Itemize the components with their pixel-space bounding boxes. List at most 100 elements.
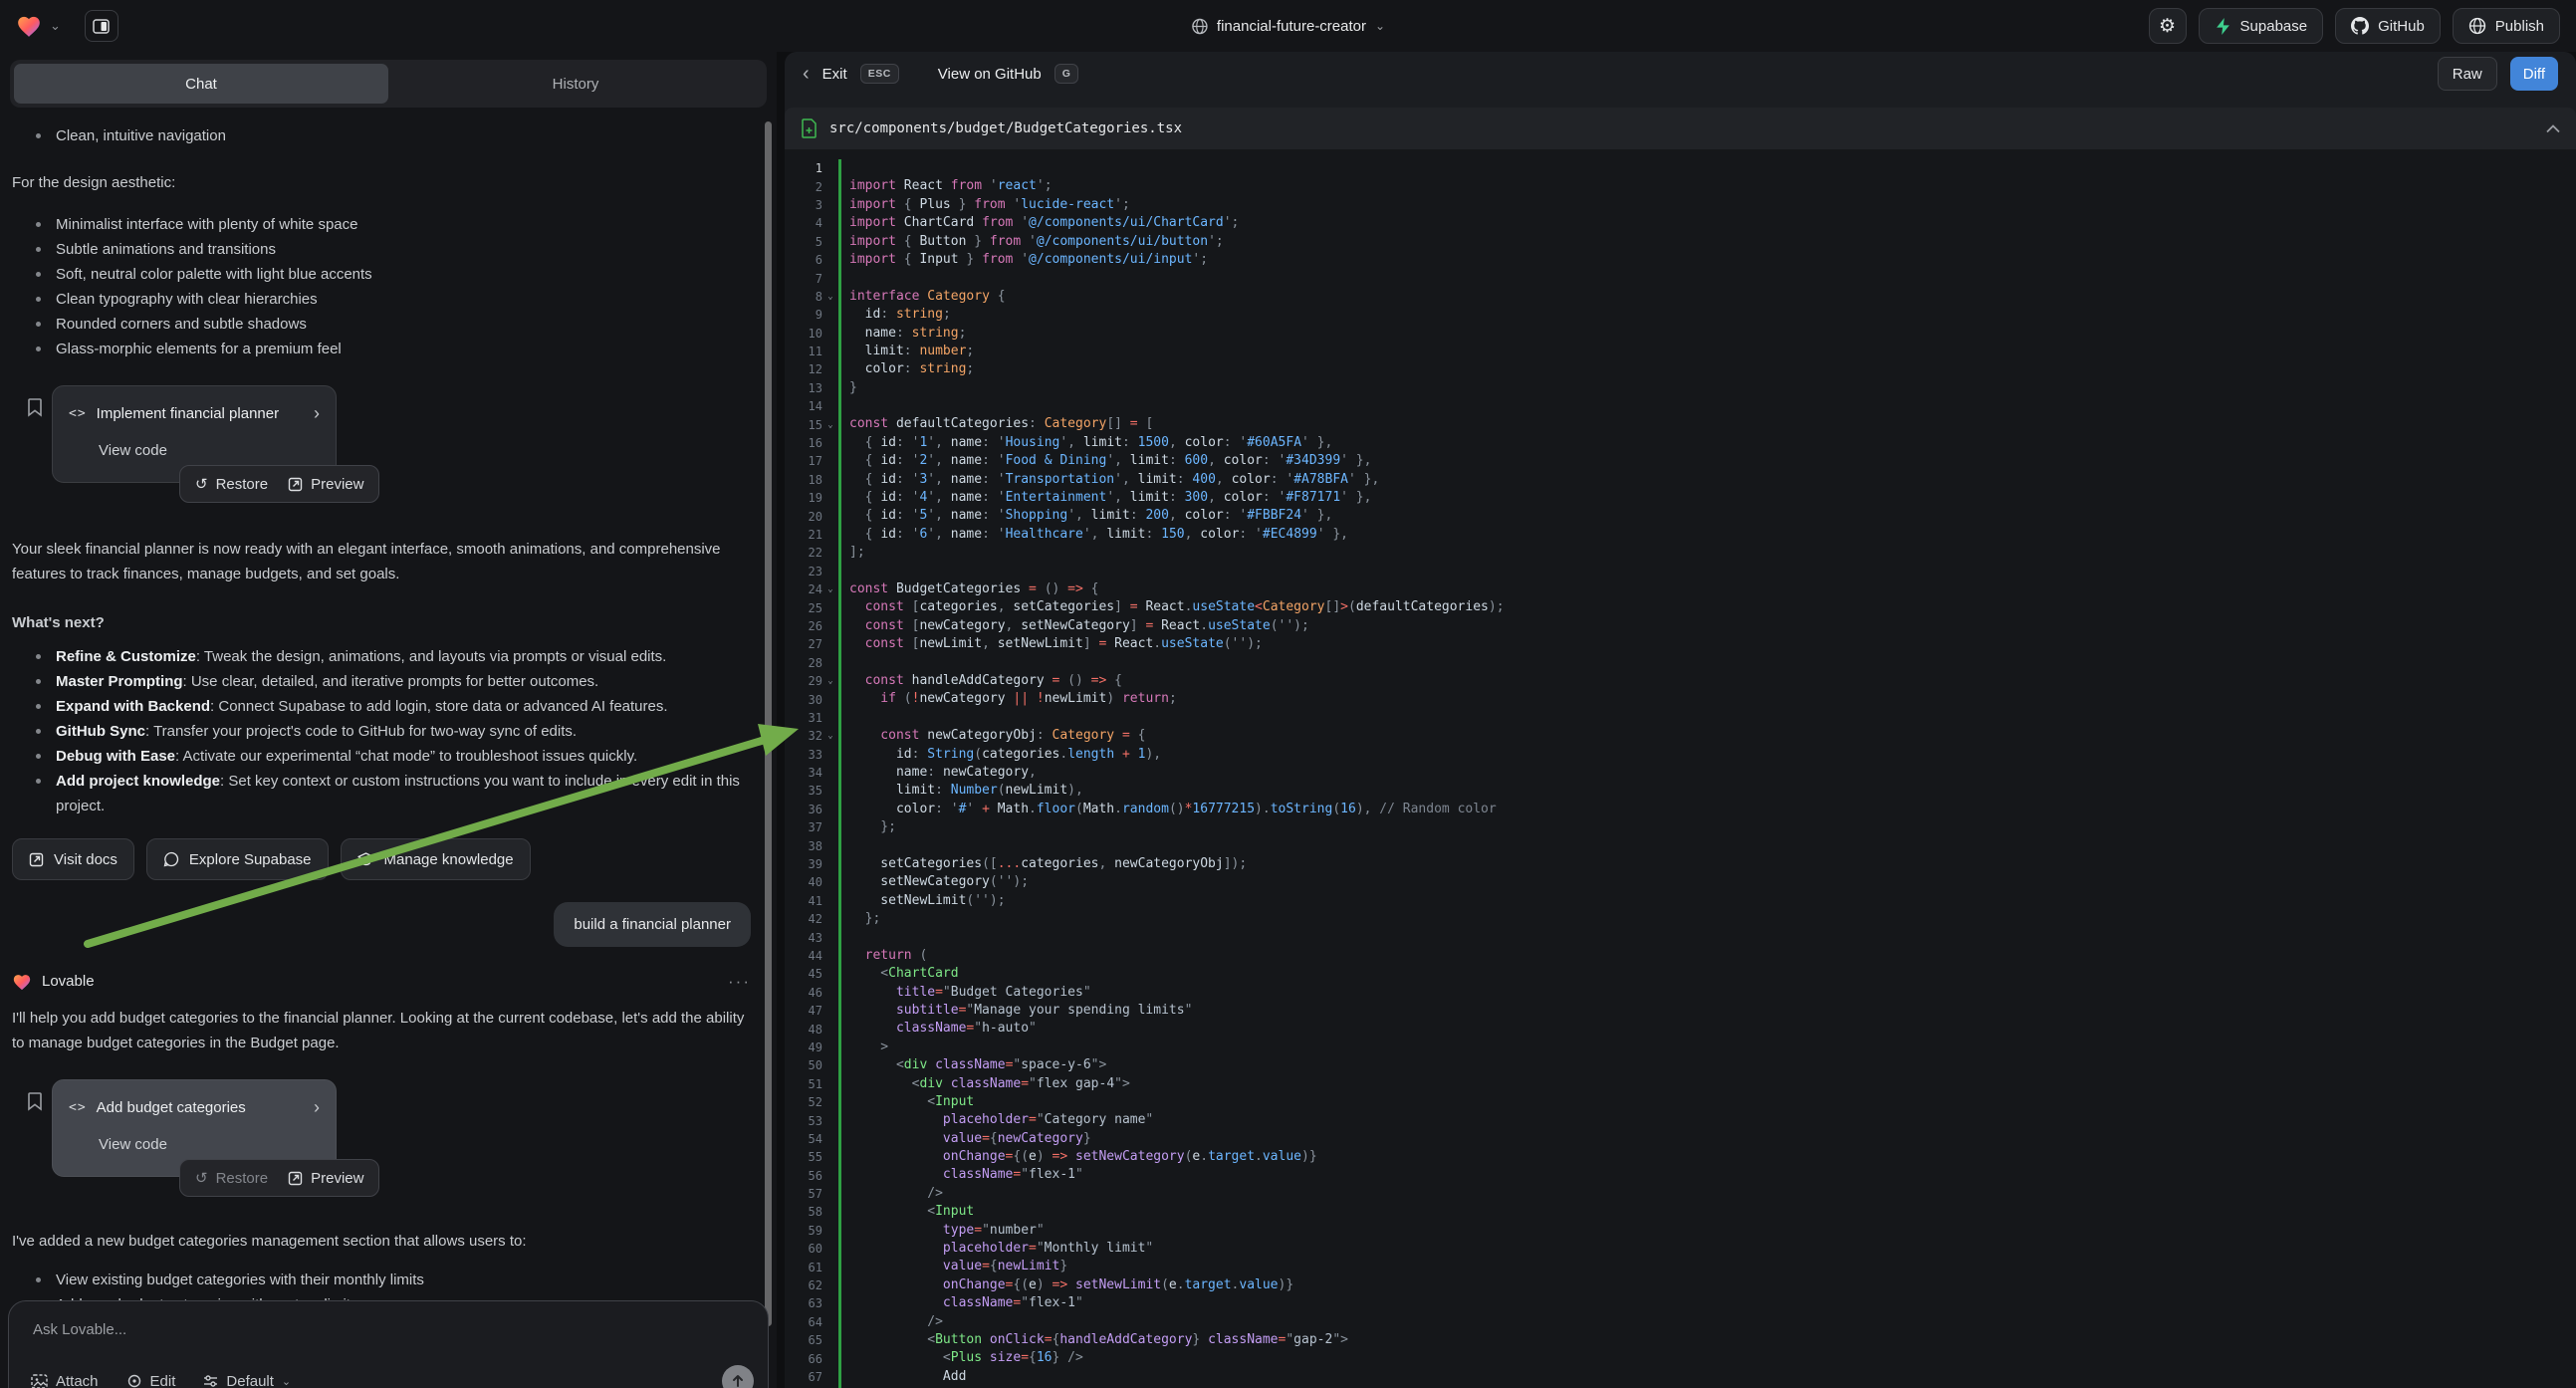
chat-scrollbar[interactable] — [765, 121, 772, 1326]
code-line: 61 value={newLimit} — [785, 1258, 2576, 1275]
tab-chat[interactable]: Chat — [14, 64, 388, 104]
code-line: 51 <div className="flex gap-4"> — [785, 1075, 2576, 1093]
fold-chevron-icon[interactable]: ⌄ — [822, 676, 838, 686]
code-line: 43 — [785, 928, 2576, 946]
bookmark-icon[interactable] — [26, 1091, 44, 1111]
code-line: 2import React from 'react'; — [785, 177, 2576, 195]
attach-image-icon — [31, 1374, 48, 1388]
restore-button[interactable]: ↺ Restore — [195, 1166, 268, 1191]
list-item: View existing budget categories with the… — [12, 1268, 751, 1292]
settings-button[interactable]: ⚙ — [2149, 8, 2187, 44]
project-switcher[interactable]: financial-future-creator ⌄ — [1191, 18, 1385, 35]
code-line: 8⌄interface Category { — [785, 288, 2576, 306]
list-item: Subtle animations and transitions — [12, 237, 751, 262]
preview-button[interactable]: Preview — [288, 1166, 363, 1191]
code-line: 10 name: string; — [785, 325, 2576, 343]
assistant-message-text: I'll help you add budget categories to t… — [12, 1006, 751, 1055]
code-line: 22]; — [785, 544, 2576, 562]
code-line: 24⌄const BudgetCategories = () => { — [785, 580, 2576, 598]
code-line: 15⌄const defaultCategories: Category[] =… — [785, 415, 2576, 433]
code-line: 30 if (!newCategory || !newLimit) return… — [785, 690, 2576, 708]
manage-knowledge-button[interactable]: Manage knowledge — [341, 838, 531, 880]
code-line: 9 id: string; — [785, 306, 2576, 324]
tab-history[interactable]: History — [388, 64, 763, 104]
edit-button[interactable]: Edit — [126, 1373, 176, 1388]
fold-chevron-icon[interactable]: ⌄ — [822, 584, 838, 594]
project-chevron-down-icon: ⌄ — [1375, 19, 1385, 33]
ask-lovable-input[interactable]: Ask Lovable... — [33, 1321, 744, 1338]
list-item: Add project knowledge: Set key context o… — [12, 769, 751, 818]
code-line: 12 color: string; — [785, 360, 2576, 378]
code-editor[interactable]: 12import React from 'react';3import { Pl… — [785, 149, 2576, 1388]
code-line: 46 title="Budget Categories" — [785, 984, 2576, 1002]
diff-toggle-button[interactable]: Diff — [2510, 57, 2558, 91]
top-header: ⌄ financial-future-creator ⌄ ⚙ Supabase — [0, 0, 2576, 52]
code-line: 1 — [785, 159, 2576, 177]
code-line: 45 <ChartCard — [785, 965, 2576, 983]
code-line: 4import ChartCard from '@/components/ui/… — [785, 214, 2576, 232]
sliders-icon — [203, 1374, 218, 1388]
list-item: Soft, neutral color palette with light b… — [12, 262, 751, 287]
mode-select[interactable]: Default ⌄ — [203, 1373, 291, 1388]
composer[interactable]: Ask Lovable... Attach Edit — [8, 1300, 769, 1388]
message-menu-button[interactable]: ··· — [728, 969, 751, 994]
code-line: 29⌄ const handleAddCategory = () => { — [785, 672, 2576, 690]
code-view-panel: ‹ Exit ESC View on GitHub G Raw Diff src… — [785, 52, 2576, 1388]
design-intro-text: For the design aesthetic: — [12, 170, 751, 195]
code-line: 47 subtitle="Manage your spending limits… — [785, 1002, 2576, 1020]
code-line: 32⌄ const newCategoryObj: Category = { — [785, 727, 2576, 745]
preview-button[interactable]: Preview — [288, 472, 363, 497]
code-line: 48 className="h-auto" — [785, 1020, 2576, 1038]
chat-bubble-icon — [163, 851, 179, 867]
feature-list-partial: Clean, intuitive navigation — [12, 123, 751, 148]
restore-button[interactable]: ↺ Restore — [195, 472, 268, 497]
chevron-down-icon: ⌄ — [282, 1375, 291, 1388]
code-line: 54 value={newCategory} — [785, 1130, 2576, 1148]
code-line: 19 { id: '4', name: 'Entertainment', lim… — [785, 489, 2576, 507]
assistant-message-text: Your sleek financial planner is now read… — [12, 537, 751, 586]
list-item: Add new budget categories with custom li… — [12, 1292, 751, 1300]
fold-chevron-icon[interactable]: ⌄ — [822, 292, 838, 302]
code-line: 13} — [785, 379, 2576, 397]
visit-docs-button[interactable]: Visit docs — [12, 838, 134, 880]
code-view-header: ‹ Exit ESC View on GitHub G Raw Diff — [785, 52, 2576, 96]
list-item: Debug with Ease: Activate our experiment… — [12, 744, 751, 769]
code-line: 62 onChange={(e) => setNewLimit(e.target… — [785, 1276, 2576, 1294]
code-line: 20 { id: '5', name: 'Shopping', limit: 2… — [785, 507, 2576, 525]
github-button[interactable]: GitHub — [2335, 8, 2441, 44]
code-line: 41 setNewLimit(''); — [785, 892, 2576, 910]
code-line: 65 <Button onClick={handleAddCategory} c… — [785, 1331, 2576, 1349]
chat-history-tabs: Chat History — [10, 60, 767, 108]
view-code-link[interactable]: View code — [99, 1132, 320, 1157]
code-line: 14 — [785, 397, 2576, 415]
explore-supabase-button[interactable]: Explore Supabase — [146, 838, 329, 880]
bookmark-icon[interactable] — [26, 397, 44, 417]
code-line: 49 > — [785, 1039, 2576, 1056]
code-line: 3import { Plus } from 'lucide-react'; — [785, 196, 2576, 214]
chevron-right-icon: › — [314, 1095, 320, 1120]
view-on-github-button[interactable]: View on GitHub — [938, 66, 1042, 83]
supabase-button[interactable]: Supabase — [2199, 8, 2324, 44]
file-header[interactable]: src/components/budget/BudgetCategories.t… — [785, 108, 2576, 149]
code-line: 58 <Input — [785, 1203, 2576, 1221]
lovable-logo-icon[interactable] — [16, 14, 42, 38]
lovable-heart-icon — [12, 973, 32, 991]
publish-button[interactable]: Publish — [2453, 8, 2560, 44]
code-line: 16 { id: '1', name: 'Housing', limit: 15… — [785, 434, 2576, 452]
fold-chevron-icon[interactable]: ⌄ — [822, 731, 838, 741]
raw-toggle-button[interactable]: Raw — [2438, 57, 2497, 91]
send-button[interactable] — [722, 1365, 754, 1388]
code-line: 23 — [785, 563, 2576, 580]
list-item: Minimalist interface with plenty of whit… — [12, 212, 751, 237]
fold-chevron-icon[interactable]: ⌄ — [822, 420, 838, 430]
exit-button[interactable]: Exit — [822, 66, 847, 83]
attach-button[interactable]: Attach — [31, 1373, 99, 1388]
code-line: 55 onChange={(e) => setNewCategory(e.tar… — [785, 1148, 2576, 1166]
version-card-add-budget-categories: <> Add budget categories › View code ↺ R… — [52, 1079, 751, 1203]
target-icon — [126, 1373, 142, 1388]
code-line: 42 }; — [785, 910, 2576, 928]
chevron-up-icon[interactable] — [2546, 124, 2560, 133]
logo-menu-chevron-icon[interactable]: ⌄ — [50, 18, 61, 34]
view-code-link[interactable]: View code — [99, 438, 320, 463]
toggle-sidebar-button[interactable] — [85, 10, 118, 42]
